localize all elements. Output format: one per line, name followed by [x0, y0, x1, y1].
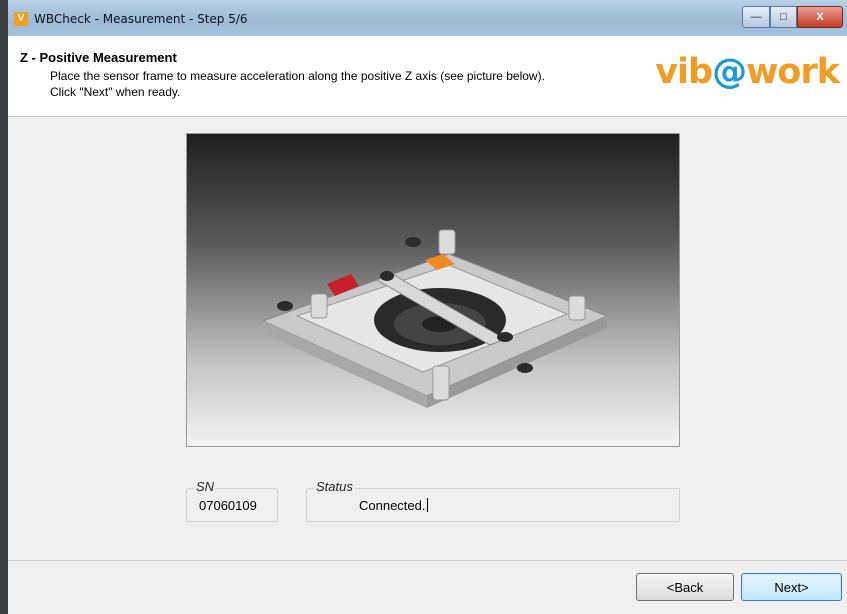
- instruction-line-1: Place the sensor frame to measure accele…: [50, 69, 545, 83]
- sensor-frame-illustration: [261, 229, 609, 408]
- status-text: Connected.: [359, 498, 426, 513]
- logo-text-work: work: [746, 52, 840, 92]
- window-title: WBCheck - Measurement - Step 5/6: [34, 12, 248, 26]
- vibatwork-logo: vib@work: [655, 52, 840, 92]
- text-caret: [426, 498, 428, 512]
- maximize-button[interactable]: □: [770, 6, 797, 28]
- step-title: Z - Positive Measurement: [20, 50, 177, 65]
- instruction-line-2: Click "Next" when ready.: [50, 85, 181, 99]
- back-button[interactable]: <Back: [636, 573, 734, 601]
- title-bar[interactable]: V WBCheck - Measurement - Step 5/6 — □ X: [8, 0, 847, 36]
- sn-label: SN: [194, 479, 217, 494]
- next-button[interactable]: Next>: [741, 573, 842, 601]
- wizard-header: Z - Positive Measurement Place the senso…: [8, 36, 847, 117]
- sn-value: 07060109: [199, 498, 257, 513]
- status-label: Status: [314, 479, 355, 494]
- minimize-button[interactable]: —: [742, 6, 770, 28]
- logo-text-vib: vib: [655, 52, 713, 92]
- sensor-frame-image: [186, 133, 680, 447]
- status-value: Connected.: [359, 498, 428, 513]
- close-button[interactable]: X: [797, 6, 843, 28]
- app-icon: V: [14, 12, 28, 26]
- wizard-window: V WBCheck - Measurement - Step 5/6 — □ X…: [8, 0, 847, 614]
- wizard-footer: <Back Next>: [8, 560, 847, 614]
- window-controls: — □ X: [742, 6, 843, 28]
- logo-text-at: @: [712, 52, 747, 92]
